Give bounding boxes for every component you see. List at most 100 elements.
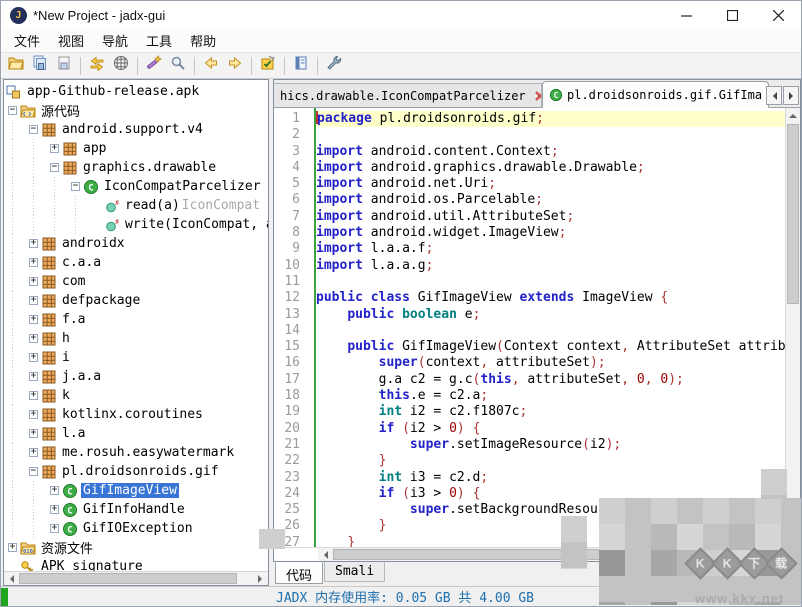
code-editor[interactable]: 1package pl.droidsonroids.gif;23import a… <box>274 108 800 547</box>
collapse-icon[interactable]: − <box>71 182 80 191</box>
code-text: import l.a.a.g; <box>316 258 800 274</box>
maximize-button[interactable] <box>709 1 755 29</box>
tab-close-icon[interactable] <box>534 90 542 102</box>
tab-code[interactable]: 代码 <box>275 562 323 584</box>
tree-guide <box>7 481 28 500</box>
expand-icon[interactable]: + <box>50 505 59 514</box>
tree-node-graphics-drawable[interactable]: −graphics.drawable <box>4 158 268 177</box>
menu-item-file[interactable]: 文件 <box>5 28 49 53</box>
tree-node-[interactable]: −源代码 <box>4 101 268 120</box>
tree-node-f-a[interactable]: +f.a <box>4 310 268 329</box>
close-button[interactable] <box>755 1 801 29</box>
line-number: 7 <box>274 209 308 225</box>
tabs-scroll-right-button[interactable] <box>783 86 799 105</box>
line-number: 2 <box>274 127 308 143</box>
scroll-left-button[interactable] <box>4 572 19 585</box>
tabs-scroll-left-button[interactable] <box>766 86 782 105</box>
tree-node-me-rosuh-easywatermark[interactable]: +me.rosuh.easywatermark <box>4 443 268 462</box>
save-button[interactable] <box>52 55 76 77</box>
minimize-button[interactable] <box>663 1 709 29</box>
expand-icon[interactable]: + <box>29 410 38 419</box>
open-folder-button[interactable] <box>4 55 28 77</box>
class-icon: C <box>62 521 78 537</box>
tree-node-iconcompatparcelizer[interactable]: −CIconCompatParcelizer <box>4 177 268 196</box>
code-text: int i3 = c2.d; <box>316 470 800 486</box>
tree-node-app[interactable]: +app <box>4 139 268 158</box>
file-tree[interactable]: app-Github-release.apk−源代码−android.suppo… <box>4 80 268 571</box>
save-all-button[interactable] <box>28 55 52 77</box>
menu-item-tools[interactable]: 工具 <box>137 28 181 53</box>
collapse-icon[interactable]: − <box>8 106 17 115</box>
package-icon <box>41 426 57 442</box>
scroll-thumb[interactable] <box>787 124 799 304</box>
collapse-icon[interactable]: − <box>50 163 59 172</box>
line-number: 20 <box>274 421 308 437</box>
expand-icon[interactable]: + <box>29 315 38 324</box>
expand-icon[interactable]: + <box>29 429 38 438</box>
quark-wand-button[interactable] <box>142 55 166 77</box>
tree-node-apk-signature[interactable]: APK signature <box>4 557 268 571</box>
search-button[interactable] <box>166 55 190 77</box>
code-line-5: 5import android.net.Uri; <box>274 176 800 192</box>
code-text: import android.net.Uri; <box>316 176 800 192</box>
settings-wrench-button[interactable] <box>322 55 346 77</box>
expand-icon[interactable]: + <box>50 524 59 533</box>
tree-node-gifinfohandle[interactable]: +CGifInfoHandle <box>4 500 268 519</box>
expand-icon[interactable]: + <box>29 239 38 248</box>
menu-item-view[interactable]: 视图 <box>49 28 93 53</box>
tree-node-app-github-release-apk[interactable]: app-Github-release.apk <box>4 82 268 101</box>
expand-icon[interactable]: + <box>29 334 38 343</box>
expand-icon[interactable]: + <box>50 144 59 153</box>
expand-icon[interactable]: + <box>29 353 38 362</box>
expand-icon[interactable]: + <box>29 277 38 286</box>
tree-node-j-a-a[interactable]: +j.a.a <box>4 367 268 386</box>
tree-node-gifimageview[interactable]: +CGifImageView <box>4 481 268 500</box>
scroll-right-button[interactable] <box>253 572 268 585</box>
deobfuscation-button[interactable] <box>109 55 133 77</box>
tree-node-l-a[interactable]: +l.a <box>4 424 268 443</box>
menu-item-help[interactable]: 帮助 <box>181 28 225 53</box>
tree-node-read-a[interactable]: sread(a) IconCompat <box>4 196 268 215</box>
expand-icon[interactable]: + <box>29 448 38 457</box>
tree-guide <box>28 519 49 538</box>
editor-tab-pl-droidsonroids-gif-gifima[interactable]: Cpl.droidsonroids.gif.GifIma <box>542 81 769 108</box>
tree-node-pl-droidsonroids-gif[interactable]: −pl.droidsonroids.gif <box>4 462 268 481</box>
editor-tab-label: pl.droidsonroids.gif.GifIma <box>567 88 762 102</box>
tab-smali[interactable]: Smali <box>324 562 385 582</box>
tree-node-c-a-a[interactable]: +c.a.a <box>4 253 268 272</box>
tree-node-write-iconcompat-a[interactable]: swrite(IconCompat, a <box>4 215 268 234</box>
line-number: 18 <box>274 388 308 404</box>
expand-icon[interactable]: + <box>29 391 38 400</box>
reload-icon <box>89 55 105 76</box>
scroll-up-button[interactable] <box>786 108 800 123</box>
tree-node-i[interactable]: +i <box>4 348 268 367</box>
edit-button[interactable] <box>256 55 280 77</box>
expand-icon[interactable]: + <box>50 486 59 495</box>
tree-node-[interactable]: +010资源文件 <box>4 538 268 557</box>
tree-node-kotlinx-coroutines[interactable]: +kotlinx.coroutines <box>4 405 268 424</box>
tree-node-gifioexception[interactable]: +CGifIOException <box>4 519 268 538</box>
tree-node-h[interactable]: +h <box>4 329 268 348</box>
scroll-left-button[interactable] <box>318 548 333 561</box>
collapse-icon[interactable]: − <box>29 467 38 476</box>
back-button[interactable] <box>199 55 223 77</box>
svg-text:C: C <box>67 525 72 535</box>
forward-button[interactable] <box>223 55 247 77</box>
tree-node-defpackage[interactable]: +defpackage <box>4 291 268 310</box>
tree-node-com[interactable]: +com <box>4 272 268 291</box>
editor-tab-hics-drawable-iconcompatparcelizer[interactable]: hics.drawable.IconCompatParcelizer <box>274 83 542 107</box>
expand-icon[interactable]: + <box>29 258 38 267</box>
line-number: 10 <box>274 258 308 274</box>
tree-node-androidx[interactable]: +androidx <box>4 234 268 253</box>
scroll-thumb[interactable] <box>19 573 237 584</box>
reload-button[interactable] <box>85 55 109 77</box>
collapse-icon[interactable]: − <box>29 125 38 134</box>
expand-icon[interactable]: + <box>29 372 38 381</box>
tree-horizontal-scrollbar[interactable] <box>4 571 268 585</box>
expand-icon[interactable]: + <box>29 296 38 305</box>
menu-item-navigation[interactable]: 导航 <box>93 28 137 53</box>
expand-icon[interactable]: + <box>8 543 17 552</box>
log-button[interactable] <box>289 55 313 77</box>
tree-node-k[interactable]: +k <box>4 386 268 405</box>
tree-node-android-support-v4[interactable]: −android.support.v4 <box>4 120 268 139</box>
